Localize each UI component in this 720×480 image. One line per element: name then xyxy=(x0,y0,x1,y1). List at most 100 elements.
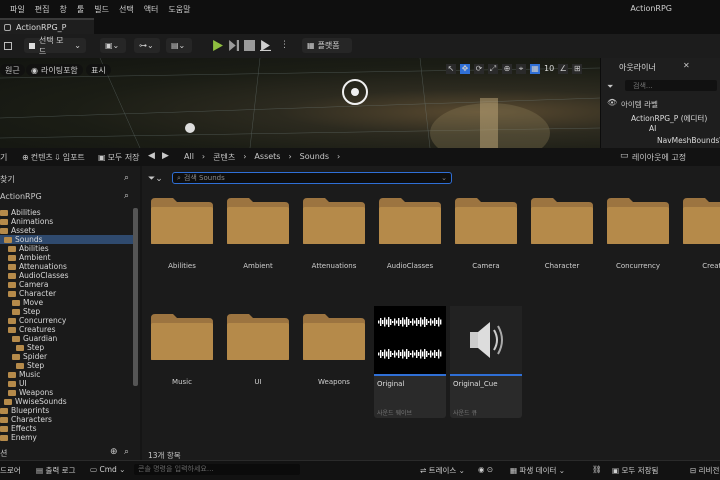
rotate-tool-icon[interactable]: ⟳ xyxy=(474,64,484,74)
tree-item[interactable]: Step xyxy=(0,343,148,352)
project-header[interactable]: ActionRPG xyxy=(0,192,42,201)
tree-item[interactable]: WwiseSounds xyxy=(0,397,136,406)
content-drawer-button[interactable]: 드로어 xyxy=(0,465,21,476)
save-all-status[interactable]: ▣ 모두 저장됨 xyxy=(612,465,658,476)
derived-data-button[interactable]: ▦ 파생 데이터 ⌄ xyxy=(510,465,565,476)
folder-tile[interactable]: Abilities xyxy=(150,198,214,270)
tree-item[interactable]: Move xyxy=(0,298,144,307)
tree-item[interactable]: Attenuations xyxy=(0,262,140,271)
browser-tab[interactable]: 기 xyxy=(0,152,7,163)
tree-item[interactable]: Step xyxy=(0,361,148,370)
search-icon[interactable]: ⌕ xyxy=(124,191,129,201)
tree-item[interactable]: Ambient xyxy=(0,253,140,262)
folder-tile[interactable]: UI xyxy=(226,314,290,386)
lit-button[interactable]: ◉ 라이팅포함 xyxy=(26,64,83,76)
cinematics-button[interactable]: ▤⌄ xyxy=(166,38,192,53)
tree-item[interactable]: Creatures xyxy=(0,325,140,334)
breadcrumb-item[interactable]: Sounds xyxy=(300,152,329,163)
tree-item[interactable]: Music xyxy=(0,370,140,379)
tree-item[interactable]: Characters xyxy=(0,415,132,424)
tree-item[interactable]: UI xyxy=(0,379,140,388)
add-content-button[interactable]: ▣⌄ xyxy=(100,38,126,53)
asset-tile[interactable]: Original 사운드 웨이브 xyxy=(374,306,446,418)
asset-search-input[interactable]: ⌕ 검색 Sounds ⌄ xyxy=(172,172,452,184)
back-icon[interactable]: ◀ xyxy=(148,151,155,161)
folder-tile[interactable]: Weapons xyxy=(302,314,366,386)
breadcrumb-item[interactable]: All xyxy=(184,152,194,163)
document-tab[interactable]: ActionRPG_P xyxy=(0,18,94,34)
eject-icon[interactable] xyxy=(260,40,271,51)
menu-item[interactable]: 선택 xyxy=(119,4,134,15)
grid-snap-icon[interactable]: ▦ xyxy=(530,64,540,74)
visibility-icon[interactable]: 👁 xyxy=(607,98,617,107)
breadcrumb-item[interactable]: Assets xyxy=(254,152,280,163)
scale-tool-icon[interactable]: ⤢ xyxy=(488,64,498,74)
menu-item[interactable]: 액터 xyxy=(144,4,159,15)
folder-tile[interactable]: Character xyxy=(530,198,594,270)
outliner-row[interactable]: ActionRPG_P (에디터) xyxy=(631,113,707,124)
tree-item[interactable]: Sounds xyxy=(0,235,136,244)
collections-header[interactable]: 션 xyxy=(0,448,7,459)
tree-item[interactable]: Blueprints xyxy=(0,406,132,415)
search-icon[interactable]: ⌕ xyxy=(124,447,129,457)
add-collection-icon[interactable]: ⊕ xyxy=(110,447,118,457)
tree-item[interactable]: Spider xyxy=(0,352,144,361)
revision-button[interactable]: ⊟ 리비전 xyxy=(690,465,719,476)
world-icon[interactable]: ⊕ xyxy=(502,64,512,74)
asset-tile[interactable]: Original_Cue 사운드 큐 xyxy=(450,306,522,418)
close-icon[interactable]: ✕ xyxy=(683,61,690,70)
tree-item[interactable]: Concurrency xyxy=(0,316,140,325)
tree-scrollbar[interactable] xyxy=(133,208,138,386)
tree-item[interactable]: Guardian xyxy=(0,334,144,343)
tree-item[interactable]: Abilities xyxy=(0,244,140,253)
folder-tile[interactable]: AudioClasses xyxy=(378,198,442,270)
outliner-column-label[interactable]: 아이템 라벨 xyxy=(621,99,658,110)
tree-item[interactable]: Assets xyxy=(0,226,132,235)
stop-icon[interactable] xyxy=(244,40,255,51)
folder-tile[interactable]: Concurrency xyxy=(606,198,670,270)
folder-tile[interactable]: Music xyxy=(150,314,214,386)
filter-icon[interactable]: ⏷ xyxy=(607,82,613,92)
more-options-icon[interactable]: ⋮ xyxy=(280,40,289,50)
tree-item[interactable]: Camera xyxy=(0,280,140,289)
search-icon[interactable]: ⌕ xyxy=(124,173,129,183)
menu-item[interactable]: 빌드 xyxy=(94,4,109,15)
perspective-button[interactable]: 원근 xyxy=(0,64,25,76)
menu-item[interactable]: 도움말 xyxy=(168,4,190,15)
tree-item[interactable]: AudioClasses xyxy=(0,271,140,280)
translate-tool-icon[interactable]: ✥ xyxy=(460,64,470,74)
menu-item[interactable]: 툴 xyxy=(77,4,84,15)
settings-icon[interactable]: ▭ xyxy=(620,151,629,161)
step-icon[interactable] xyxy=(228,40,239,51)
favorites-header[interactable]: 찾기 xyxy=(0,174,15,185)
menu-item[interactable]: 파일 xyxy=(10,4,25,15)
breadcrumb-item[interactable]: 콘텐츠 xyxy=(213,152,235,163)
cmd-button[interactable]: ▭ Cmd ⌄ xyxy=(90,465,125,474)
platforms-button[interactable]: ▦ 플랫폼 xyxy=(302,38,352,53)
show-button[interactable]: 표시 xyxy=(86,64,111,76)
folder-tile[interactable]: Attenuations xyxy=(302,198,366,270)
outliner-row[interactable]: NavMeshBoundsV xyxy=(657,136,720,145)
tree-item[interactable]: Abilities xyxy=(0,208,132,217)
console-input[interactable]: 콘솔 명령을 입력하세요... xyxy=(134,464,300,475)
select-mode-button[interactable]: 선택 모드 ⌄ xyxy=(24,36,86,56)
outliner-row[interactable]: AI xyxy=(649,124,656,133)
select-tool-icon[interactable]: ↖ xyxy=(446,64,456,74)
layout-lock-button[interactable]: 레이아웃에 고정 xyxy=(632,152,686,163)
tree-item[interactable]: Weapons xyxy=(0,388,140,397)
outliner-search[interactable]: 검색... xyxy=(625,80,717,91)
tree-item[interactable]: Step xyxy=(0,307,144,316)
tree-item[interactable]: Enemy xyxy=(0,433,132,442)
output-log-button[interactable]: ▤ 출력 로그 xyxy=(36,465,75,476)
folder-tile[interactable]: Ambient xyxy=(226,198,290,270)
forward-icon[interactable]: ▶ xyxy=(162,151,169,161)
save-icon[interactable] xyxy=(4,42,12,50)
blueprint-button[interactable]: ⊶⌄ xyxy=(134,38,160,53)
record-icon[interactable]: ◉ ⊙ xyxy=(478,465,493,474)
source-control-icon[interactable]: ⛓ xyxy=(592,465,602,474)
snap-icon[interactable]: ⌖ xyxy=(516,64,526,74)
tree-item[interactable]: Animations xyxy=(0,217,132,226)
filter-icon[interactable]: ⏷⌄ xyxy=(148,174,163,184)
play-icon[interactable] xyxy=(212,40,223,51)
grid-value[interactable]: 10 xyxy=(544,64,554,76)
